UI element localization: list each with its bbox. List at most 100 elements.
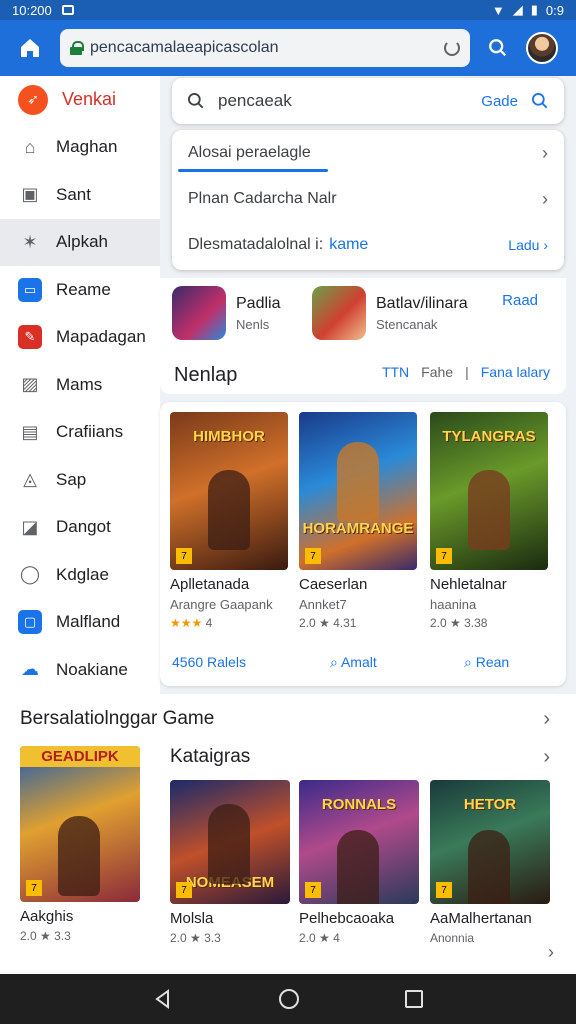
lock-icon [70,41,84,55]
art-title: HETOR [463,796,517,813]
sidebar-item-kdglae[interactable]: ◯ Kdglae [0,551,160,599]
sidebar-item-crafiians[interactable]: ▤ Crafiians [0,409,160,457]
game-name: Nehletalnar [430,576,507,593]
sidebar-item-label: Reame [56,279,111,299]
active-underline [178,169,328,172]
sidebar-item-malfland[interactable]: ▢ Malfland [0,599,160,647]
footer-link[interactable]: ⌕ Amalt [330,654,377,671]
tag-icon: ◪ [21,516,39,537]
game-developer: haanina [430,597,477,612]
character-figure [337,442,379,522]
art-title: HIMBHOR [193,428,265,445]
chevron-right-icon[interactable]: › [543,708,550,731]
game-card[interactable]: NOMEASEM 7 Molsla 2.0 ★ 3.3 [170,780,290,945]
section-link[interactable]: TTN [382,364,409,380]
back-icon[interactable] [153,989,173,1009]
game-card[interactable]: HIMBHOR 7 Aplletanada Arangre Gaapank ★★… [170,412,288,630]
suggestion-label: Alosai peraelagle [188,144,311,161]
sidebar-item-sant[interactable]: ▣ Sant [0,171,160,219]
game-card[interactable]: TYLANGRAS 7 Nehletalnar haanina 2.0 ★ 3.… [430,412,548,630]
sidebar-item-noakiane[interactable]: ☁ Noakiane [0,646,160,694]
avatar[interactable] [526,32,558,64]
search-icon [489,39,507,57]
sidebar-item-label: Sant [56,184,91,204]
game-name: Aakghis [20,908,74,925]
game-artwork: GEADLIPK 7 [20,746,140,902]
chevron-right-icon[interactable]: › [548,942,554,963]
sidebar-item-reame[interactable]: ▭ Reame [0,266,160,314]
section-link[interactable]: Fahe [421,364,453,380]
search-input[interactable]: pencaeak [218,91,469,111]
chevron-right-icon: › [542,188,548,209]
footer-link[interactable]: ⌕ Rean [464,654,509,671]
game-artwork: RONNALS 7 [299,780,419,904]
art-title: TYLANGRAS [442,428,536,445]
sidebar-item-sap[interactable]: ◬ Sap [0,456,160,504]
sidebar-item-mapadagan[interactable]: ✎ Mapadagan [0,314,160,362]
circle-icon: ◯ [19,564,41,585]
character-figure [468,830,510,904]
home-button[interactable] [10,28,50,68]
reload-icon[interactable] [444,40,460,56]
search-action-button[interactable]: Gade [481,93,518,110]
featured-app[interactable]: Batlav/ilinara Stencanak [312,286,468,340]
game-rating: 2.0 ★ 4.31 [299,616,417,630]
game-card[interactable]: GEADLIPK 7 Aakghis 2.0 ★ 3.3 [20,746,140,943]
sidebar-item-label: Crafiians [56,422,124,442]
game-developer: Arangre Gaapank [170,597,273,612]
section-links: TTN Fahe | Fana lalary [382,364,550,380]
sidebar-item-label: Dangot [56,517,111,537]
featured-app[interactable]: Padlia Nenls [172,286,280,340]
game-rating: 2.0 ★ 3.3 [170,931,221,945]
game-artwork: HETOR 7 [430,780,550,904]
footer-link[interactable]: 4560 Ralels [172,654,246,670]
game-name: Caeserlan [299,576,368,593]
game-card[interactable]: RONNALS 7 Pelhebcaoaka 2.0 ★ 4 [299,780,419,945]
sidebar-item-label: Mams [56,374,103,394]
section-link[interactable]: Fana lalary [481,364,550,380]
sidebar-item-maghan[interactable]: ⌂ Maghan [0,124,160,172]
grid-icon: ▤ [21,421,39,442]
game-name: Molsla [170,910,214,927]
search-box[interactable]: pencaeak Gade [172,78,564,124]
sidebar-item-label: Mapadagan [56,327,146,347]
app-sub: Nenls [236,316,270,332]
recents-icon[interactable] [405,990,423,1008]
game-rating: ★★★ 4 [170,616,288,630]
game-card[interactable]: HORAMRANGE 7 Caeserlan Annket7 2.0 ★ 4.3… [299,412,417,630]
rating-value: 2.0 ★ 4.31 [299,616,357,630]
sidebar-item-label: Maghan [56,137,118,157]
sidebar-item-label: Venkai [62,89,117,110]
more-link-label: Ladu [508,237,540,253]
url-text[interactable]: pencacamalaeapicascolan [90,39,436,57]
sidebar-item-alpkah[interactable]: ✶ Alpkah [0,218,160,266]
home-nav-icon[interactable] [279,989,299,1009]
game-rating: Anonnia [430,931,475,945]
chevron-right-icon: › [542,142,548,163]
age-rating-badge: 7 [176,548,192,564]
divider: | [465,364,469,380]
sidebar-item-mams[interactable]: ▨ Mams [0,361,160,409]
sidebar-item-label: Alpkah [56,232,108,252]
game-artwork: NOMEASEM 7 [170,780,290,904]
app-thumbnail [312,286,366,340]
suggestion-item[interactable]: Dlesmatadalolnal i: kame Ladu › [172,222,564,268]
game-artwork: HIMBHOR 7 [170,412,288,570]
search-button[interactable] [480,30,516,66]
read-link[interactable]: Raad [502,292,538,309]
section-title: Nenlap [174,364,238,386]
url-bar[interactable]: pencacamalaeapicascolan [60,29,470,67]
signal-icon: ◢ [512,2,523,17]
home-icon: ⌂ [24,136,36,157]
sidebar-item-dangot[interactable]: ◪ Dangot [0,504,160,552]
character-figure [337,830,379,904]
section-subtitle: Kataigras [170,746,251,767]
chevron-right-icon[interactable]: › [543,746,550,769]
search-icon[interactable] [530,91,550,111]
suggestion-item[interactable]: Alosai peraelagle › [172,130,564,176]
sidebar-item-brand[interactable]: ➶ Venkai [0,76,160,124]
more-link[interactable]: Ladu › [508,237,548,253]
bestseller-section: Bersalatiolnggar Game › Kataigras › GEAD… [0,694,576,974]
game-card[interactable]: HETOR 7 AaMalhertanan Anonnia [430,780,550,945]
suggestion-item[interactable]: Plnan Cadarcha Nalr › [172,176,564,222]
